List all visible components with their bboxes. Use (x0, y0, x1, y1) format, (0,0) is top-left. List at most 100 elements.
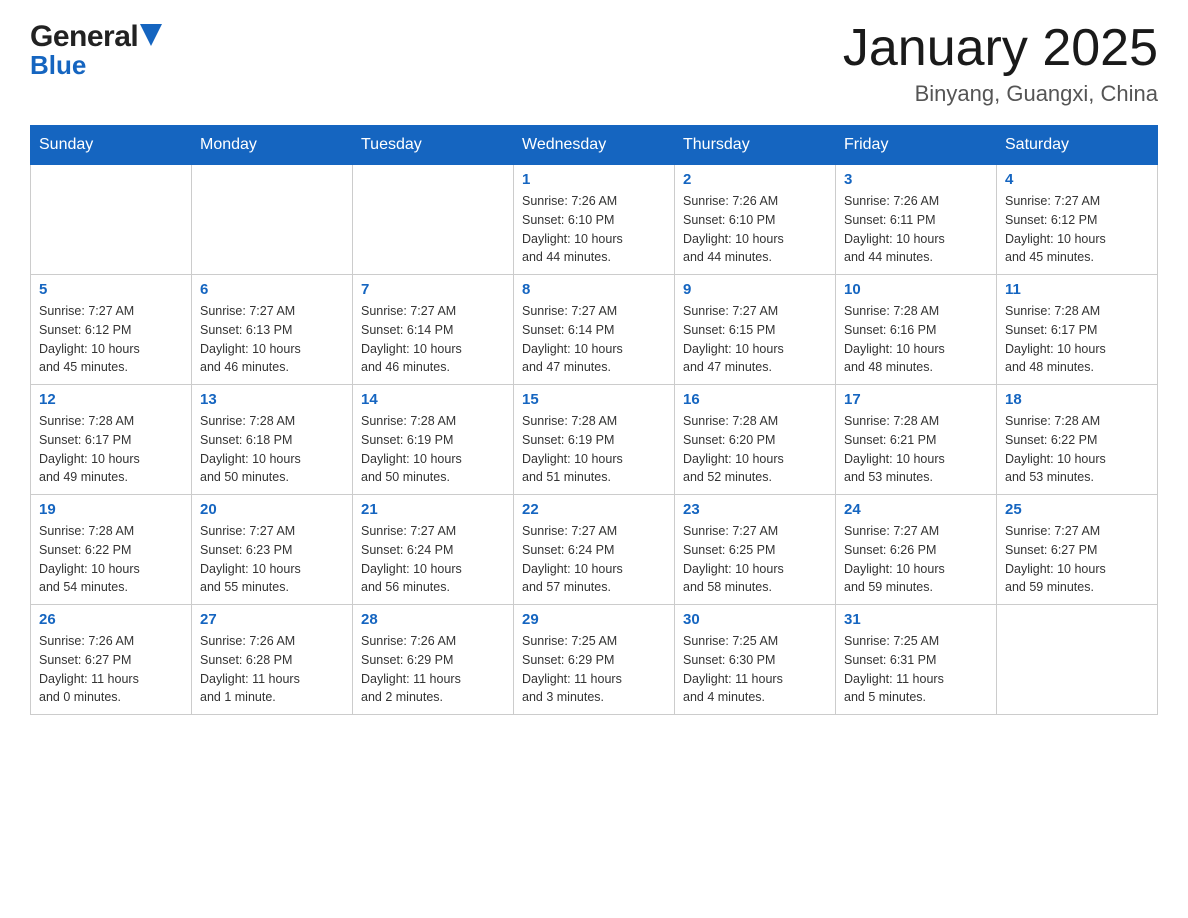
day-info: Sunrise: 7:28 AM Sunset: 6:22 PM Dayligh… (1005, 412, 1149, 487)
day-info: Sunrise: 7:27 AM Sunset: 6:14 PM Dayligh… (522, 302, 666, 377)
calendar-week-5: 26 Sunrise: 7:26 AM Sunset: 6:27 PM Dayli… (31, 605, 1158, 715)
day-number: 13 (200, 391, 344, 408)
day-number: 5 (39, 281, 183, 298)
day-info: Sunrise: 7:27 AM Sunset: 6:25 PM Dayligh… (683, 522, 827, 597)
day-number: 28 (361, 611, 505, 628)
day-number: 29 (522, 611, 666, 628)
calendar-week-3: 12Sunrise: 7:28 AM Sunset: 6:17 PM Dayli… (31, 385, 1158, 495)
calendar-day: 20 Sunrise: 7:27 AM Sunset: 6:23 PM Dayli… (192, 495, 353, 605)
calendar-day: 13Sunrise: 7:28 AM Sunset: 6:18 PM Dayli… (192, 385, 353, 495)
day-info: Sunrise: 7:26 AM Sunset: 6:29 PM Dayligh… (361, 632, 505, 707)
calendar-day: 27Sunrise: 7:26 AM Sunset: 6:28 PM Dayli… (192, 605, 353, 715)
day-number: 24 (844, 501, 988, 518)
day-info: Sunrise: 7:28 AM Sunset: 6:19 PM Dayligh… (361, 412, 505, 487)
day-number: 8 (522, 281, 666, 298)
day-info: Sunrise: 7:26 AM Sunset: 6:10 PM Dayligh… (522, 192, 666, 267)
day-info: Sunrise: 7:27 AM Sunset: 6:27 PM Dayligh… (1005, 522, 1149, 597)
day-number: 23 (683, 501, 827, 518)
logo-triangle-icon (140, 24, 162, 46)
calendar-day: 4Sunrise: 7:27 AM Sunset: 6:12 PM Daylig… (997, 165, 1158, 275)
calendar-day: 9Sunrise: 7:27 AM Sunset: 6:15 PM Daylig… (675, 275, 836, 385)
calendar-day: 22 Sunrise: 7:27 AM Sunset: 6:24 PM Dayli… (514, 495, 675, 605)
day-number: 1 (522, 171, 666, 188)
day-number: 30 (683, 611, 827, 628)
calendar-table: SundayMondayTuesdayWednesdayThursdayFrid… (30, 125, 1158, 715)
calendar-day: 31 Sunrise: 7:25 AM Sunset: 6:31 PM Dayli… (836, 605, 997, 715)
day-info: Sunrise: 7:25 AM Sunset: 6:30 PM Dayligh… (683, 632, 827, 707)
day-info: Sunrise: 7:28 AM Sunset: 6:22 PM Dayligh… (39, 522, 183, 597)
calendar-day: 10 Sunrise: 7:28 AM Sunset: 6:16 PM Dayli… (836, 275, 997, 385)
day-info: Sunrise: 7:26 AM Sunset: 6:11 PM Dayligh… (844, 192, 988, 267)
day-info: Sunrise: 7:28 AM Sunset: 6:16 PM Dayligh… (844, 302, 988, 377)
logo-blue-text: Blue (30, 50, 162, 81)
day-number: 25 (1005, 501, 1149, 518)
calendar-day: 12Sunrise: 7:28 AM Sunset: 6:17 PM Dayli… (31, 385, 192, 495)
day-number: 16 (683, 391, 827, 408)
day-number: 18 (1005, 391, 1149, 408)
day-info: Sunrise: 7:26 AM Sunset: 6:10 PM Dayligh… (683, 192, 827, 267)
calendar-title: January 2025 (843, 20, 1158, 77)
logo: General Blue (30, 20, 162, 81)
day-info: Sunrise: 7:27 AM Sunset: 6:12 PM Dayligh… (39, 302, 183, 377)
day-info: Sunrise: 7:25 AM Sunset: 6:29 PM Dayligh… (522, 632, 666, 707)
day-number: 21 (361, 501, 505, 518)
calendar-day: 15 Sunrise: 7:28 AM Sunset: 6:19 PM Dayli… (514, 385, 675, 495)
calendar-day: 5 Sunrise: 7:27 AM Sunset: 6:12 PM Daylig… (31, 275, 192, 385)
calendar-day: 28 Sunrise: 7:26 AM Sunset: 6:29 PM Dayli… (353, 605, 514, 715)
calendar-day: 6Sunrise: 7:27 AM Sunset: 6:13 PM Daylig… (192, 275, 353, 385)
day-number: 11 (1005, 281, 1149, 298)
day-info: Sunrise: 7:26 AM Sunset: 6:27 PM Dayligh… (39, 632, 183, 707)
day-info: Sunrise: 7:27 AM Sunset: 6:12 PM Dayligh… (1005, 192, 1149, 267)
day-number: 15 (522, 391, 666, 408)
day-number: 9 (683, 281, 827, 298)
day-info: Sunrise: 7:27 AM Sunset: 6:14 PM Dayligh… (361, 302, 505, 377)
day-header-saturday: Saturday (997, 126, 1158, 165)
day-info: Sunrise: 7:27 AM Sunset: 6:24 PM Dayligh… (522, 522, 666, 597)
day-info: Sunrise: 7:28 AM Sunset: 6:19 PM Dayligh… (522, 412, 666, 487)
calendar-week-4: 19 Sunrise: 7:28 AM Sunset: 6:22 PM Dayli… (31, 495, 1158, 605)
day-header-friday: Friday (836, 126, 997, 165)
calendar-day: 24 Sunrise: 7:27 AM Sunset: 6:26 PM Dayli… (836, 495, 997, 605)
day-info: Sunrise: 7:28 AM Sunset: 6:20 PM Dayligh… (683, 412, 827, 487)
day-number: 12 (39, 391, 183, 408)
calendar-day: 17 Sunrise: 7:28 AM Sunset: 6:21 PM Dayli… (836, 385, 997, 495)
calendar-day: 16 Sunrise: 7:28 AM Sunset: 6:20 PM Dayli… (675, 385, 836, 495)
calendar-subtitle: Binyang, Guangxi, China (843, 81, 1158, 107)
calendar-day: 18 Sunrise: 7:28 AM Sunset: 6:22 PM Dayli… (997, 385, 1158, 495)
day-header-wednesday: Wednesday (514, 126, 675, 165)
day-number: 17 (844, 391, 988, 408)
day-number: 31 (844, 611, 988, 628)
day-number: 7 (361, 281, 505, 298)
calendar-day: 8 Sunrise: 7:27 AM Sunset: 6:14 PM Daylig… (514, 275, 675, 385)
day-info: Sunrise: 7:27 AM Sunset: 6:26 PM Dayligh… (844, 522, 988, 597)
page-header: General Blue January 2025 Binyang, Guang… (30, 20, 1158, 107)
day-number: 22 (522, 501, 666, 518)
calendar-day: 25 Sunrise: 7:27 AM Sunset: 6:27 PM Dayli… (997, 495, 1158, 605)
title-section: January 2025 Binyang, Guangxi, China (843, 20, 1158, 107)
calendar-day: 19 Sunrise: 7:28 AM Sunset: 6:22 PM Dayli… (31, 495, 192, 605)
day-number: 19 (39, 501, 183, 518)
day-number: 20 (200, 501, 344, 518)
calendar-day (997, 605, 1158, 715)
day-number: 10 (844, 281, 988, 298)
calendar-day: 14 Sunrise: 7:28 AM Sunset: 6:19 PM Dayli… (353, 385, 514, 495)
calendar-day (192, 165, 353, 275)
day-number: 3 (844, 171, 988, 188)
day-header-monday: Monday (192, 126, 353, 165)
day-info: Sunrise: 7:27 AM Sunset: 6:23 PM Dayligh… (200, 522, 344, 597)
day-number: 14 (361, 391, 505, 408)
calendar-day: 3 Sunrise: 7:26 AM Sunset: 6:11 PM Daylig… (836, 165, 997, 275)
calendar-day: 11Sunrise: 7:28 AM Sunset: 6:17 PM Dayli… (997, 275, 1158, 385)
calendar-day (31, 165, 192, 275)
day-header-tuesday: Tuesday (353, 126, 514, 165)
day-number: 26 (39, 611, 183, 628)
calendar-day: 1 Sunrise: 7:26 AM Sunset: 6:10 PM Daylig… (514, 165, 675, 275)
day-number: 2 (683, 171, 827, 188)
day-info: Sunrise: 7:28 AM Sunset: 6:21 PM Dayligh… (844, 412, 988, 487)
calendar-day (353, 165, 514, 275)
calendar-day: 21Sunrise: 7:27 AM Sunset: 6:24 PM Dayli… (353, 495, 514, 605)
calendar-day: 7 Sunrise: 7:27 AM Sunset: 6:14 PM Daylig… (353, 275, 514, 385)
calendar-day: 26 Sunrise: 7:26 AM Sunset: 6:27 PM Dayli… (31, 605, 192, 715)
day-info: Sunrise: 7:25 AM Sunset: 6:31 PM Dayligh… (844, 632, 988, 707)
day-info: Sunrise: 7:26 AM Sunset: 6:28 PM Dayligh… (200, 632, 344, 707)
